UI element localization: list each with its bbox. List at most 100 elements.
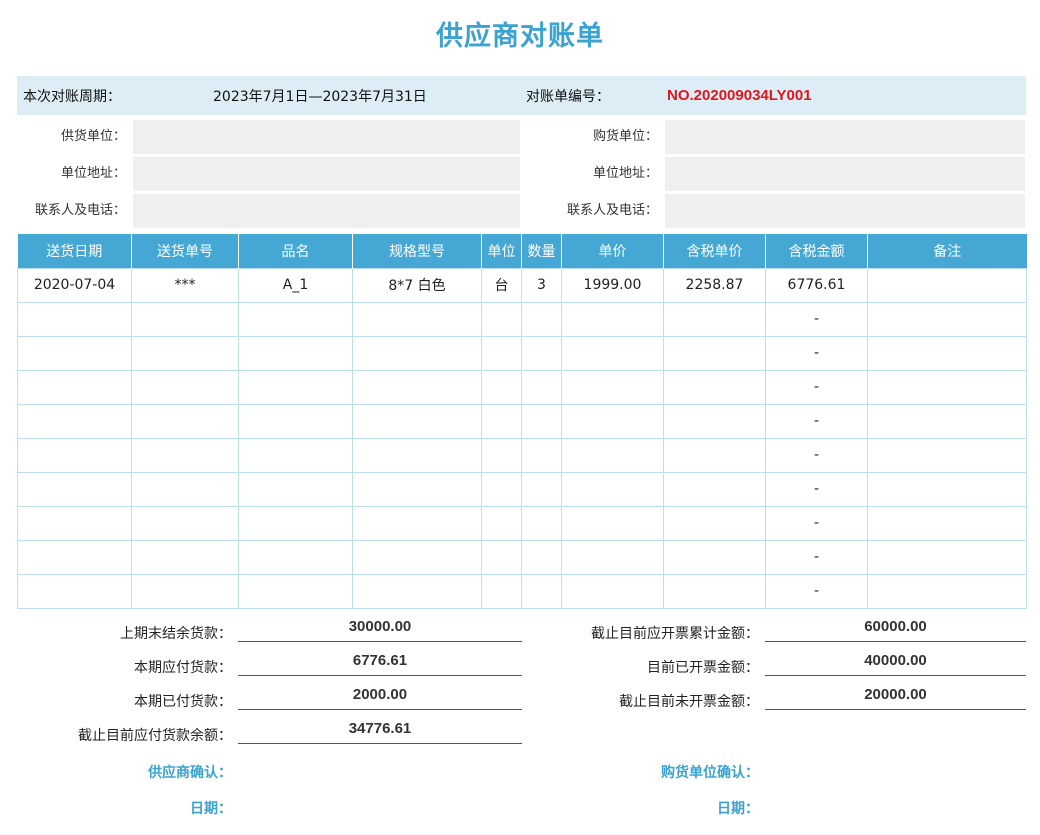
cell-unit[interactable] — [481, 505, 522, 541]
cell-remarks[interactable] — [867, 471, 1027, 507]
cell-delivery-number[interactable] — [131, 301, 239, 337]
cell-delivery-number[interactable]: *** — [131, 267, 239, 303]
cell-remarks[interactable] — [867, 301, 1027, 337]
cell-remarks[interactable] — [867, 539, 1027, 575]
cell-delivery-date[interactable] — [17, 505, 132, 541]
cell-product-name[interactable] — [238, 471, 353, 507]
cell-tax-unit-price[interactable] — [663, 437, 766, 473]
cell-spec[interactable] — [352, 437, 482, 473]
cell-delivery-date[interactable] — [17, 539, 132, 575]
cell-product-name[interactable] — [238, 369, 353, 405]
cell-delivery-date[interactable] — [17, 573, 132, 609]
cell-unit[interactable] — [481, 539, 522, 575]
cell-tax-amount[interactable]: - — [765, 437, 868, 473]
cell-quantity[interactable] — [521, 369, 562, 405]
cell-product-name[interactable] — [238, 301, 353, 337]
cell-unit-price[interactable] — [561, 301, 664, 337]
cell-tax-unit-price[interactable] — [663, 403, 766, 439]
cell-product-name[interactable] — [238, 437, 353, 473]
cell-tax-unit-price[interactable] — [663, 539, 766, 575]
cell-quantity[interactable] — [521, 437, 562, 473]
cell-unit[interactable] — [481, 471, 522, 507]
cell-delivery-date[interactable] — [17, 403, 132, 439]
cell-tax-unit-price[interactable] — [663, 369, 766, 405]
cell-tax-unit-price[interactable]: 2258.87 — [663, 267, 766, 303]
cell-unit-price[interactable]: 1999.00 — [561, 267, 664, 303]
cell-delivery-date[interactable] — [17, 335, 132, 371]
cell-tax-amount[interactable]: - — [765, 539, 868, 575]
cell-spec[interactable] — [352, 301, 482, 337]
cell-spec[interactable] — [352, 403, 482, 439]
cell-remarks[interactable] — [867, 267, 1027, 303]
cell-tax-amount[interactable]: - — [765, 335, 868, 371]
cell-spec[interactable]: 8*7 白色 — [352, 267, 482, 303]
cell-unit-price[interactable] — [561, 437, 664, 473]
supplier-unit-field[interactable] — [133, 120, 520, 154]
cell-unit[interactable] — [481, 301, 522, 337]
cell-spec[interactable] — [352, 471, 482, 507]
cell-tax-amount[interactable]: - — [765, 471, 868, 507]
cell-quantity[interactable] — [521, 335, 562, 371]
cell-tax-unit-price[interactable] — [663, 471, 766, 507]
cell-delivery-date[interactable] — [17, 301, 132, 337]
cell-tax-unit-price[interactable] — [663, 505, 766, 541]
cell-delivery-date[interactable]: 2020-07-04 — [17, 267, 132, 303]
cell-product-name[interactable] — [238, 573, 353, 609]
cell-delivery-number[interactable] — [131, 335, 239, 371]
cell-unit[interactable] — [481, 573, 522, 609]
cell-quantity[interactable] — [521, 505, 562, 541]
cell-unit-price[interactable] — [561, 539, 664, 575]
cell-unit[interactable] — [481, 369, 522, 405]
cell-tax-amount[interactable]: - — [765, 403, 868, 439]
cell-unit[interactable]: 台 — [481, 267, 522, 303]
cell-delivery-date[interactable] — [17, 369, 132, 405]
cell-quantity[interactable] — [521, 471, 562, 507]
cell-tax-amount[interactable]: - — [765, 369, 868, 405]
cell-product-name[interactable] — [238, 505, 353, 541]
cell-unit-price[interactable] — [561, 403, 664, 439]
cell-remarks[interactable] — [867, 335, 1027, 371]
cell-tax-amount[interactable]: - — [765, 301, 868, 337]
cell-delivery-date[interactable] — [17, 437, 132, 473]
cell-delivery-number[interactable] — [131, 437, 239, 473]
cell-product-name[interactable]: A_1 — [238, 267, 353, 303]
cell-product-name[interactable] — [238, 403, 353, 439]
cell-product-name[interactable] — [238, 335, 353, 371]
cell-unit-price[interactable] — [561, 471, 664, 507]
cell-tax-unit-price[interactable] — [663, 301, 766, 337]
cell-remarks[interactable] — [867, 573, 1027, 609]
cell-delivery-number[interactable] — [131, 369, 239, 405]
supplier-contact-field[interactable] — [133, 194, 520, 228]
cell-tax-unit-price[interactable] — [663, 335, 766, 371]
cell-delivery-date[interactable] — [17, 471, 132, 507]
cell-delivery-number[interactable] — [131, 471, 239, 507]
cell-unit[interactable] — [481, 403, 522, 439]
cell-quantity[interactable] — [521, 573, 562, 609]
supplier-address-field[interactable] — [133, 157, 520, 191]
cell-remarks[interactable] — [867, 437, 1027, 473]
cell-remarks[interactable] — [867, 505, 1027, 541]
cell-unit[interactable] — [481, 437, 522, 473]
cell-delivery-number[interactable] — [131, 573, 239, 609]
cell-quantity[interactable] — [521, 539, 562, 575]
cell-spec[interactable] — [352, 335, 482, 371]
cell-spec[interactable] — [352, 539, 482, 575]
cell-unit-price[interactable] — [561, 369, 664, 405]
cell-quantity[interactable] — [521, 403, 562, 439]
cell-product-name[interactable] — [238, 539, 353, 575]
cell-tax-amount[interactable]: 6776.61 — [765, 267, 868, 303]
buyer-unit-field[interactable] — [665, 120, 1025, 154]
cell-tax-unit-price[interactable] — [663, 573, 766, 609]
cell-unit-price[interactable] — [561, 505, 664, 541]
cell-tax-amount[interactable]: - — [765, 573, 868, 609]
cell-spec[interactable] — [352, 369, 482, 405]
cell-unit-price[interactable] — [561, 573, 664, 609]
cell-unit-price[interactable] — [561, 335, 664, 371]
cell-unit[interactable] — [481, 335, 522, 371]
cell-remarks[interactable] — [867, 369, 1027, 405]
cell-tax-amount[interactable]: - — [765, 505, 868, 541]
cell-remarks[interactable] — [867, 403, 1027, 439]
cell-quantity[interactable] — [521, 301, 562, 337]
cell-spec[interactable] — [352, 505, 482, 541]
cell-delivery-number[interactable] — [131, 505, 239, 541]
